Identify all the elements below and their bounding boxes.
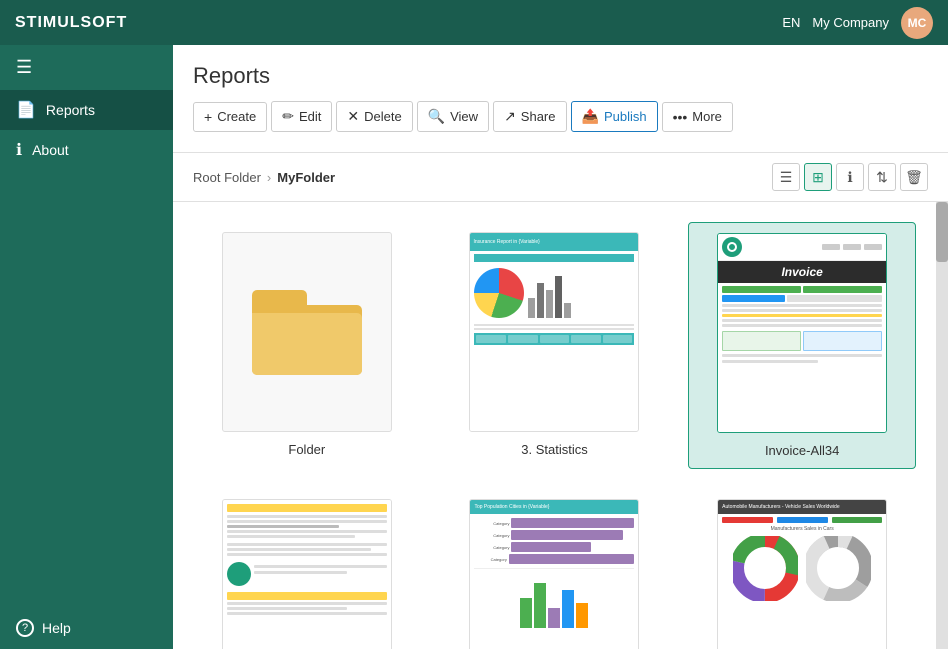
sidebar-item-about-label: About	[32, 142, 69, 158]
grid-content: Folder Insurance Report in {Variable}	[173, 202, 936, 649]
report6-thumb: Automobile Manufacturers - Vehicle Sales…	[718, 500, 886, 649]
grid-view-icon: ⊞	[812, 169, 824, 186]
reports-icon: 📄	[16, 100, 36, 120]
statistics-thumb: Insurance Report in {Variable}	[470, 233, 638, 431]
folder-front	[252, 313, 362, 375]
about-icon: ℹ	[16, 140, 22, 160]
edit-icon: ✏	[282, 108, 294, 125]
app-title: STIMULSOFT	[15, 14, 127, 32]
toolbar: + Create ✏ Edit ✕ Delete 🔍 View ↗ Sha	[193, 101, 928, 142]
more-label: More	[692, 109, 722, 124]
breadcrumb: Root Folder › MyFolder	[193, 170, 335, 185]
item-label: Folder	[288, 442, 325, 457]
main-layout: ☰ 📄 Reports ℹ About ? Help Reports + Cre…	[0, 45, 948, 649]
vertical-scrollbar[interactable]	[936, 202, 948, 649]
breadcrumb-bar: Root Folder › MyFolder ☰ ⊞ ℹ ⇅ 🗑	[173, 153, 948, 202]
report5-preview: Top Population Cities in {Variable} Cate…	[469, 499, 639, 649]
grid-wrapper: Folder Insurance Report in {Variable}	[173, 202, 948, 649]
view-button[interactable]: 🔍 View	[417, 101, 489, 132]
page-title: Reports	[193, 63, 928, 89]
folder-preview	[222, 232, 392, 432]
folder-icon	[223, 233, 391, 431]
breadcrumb-root[interactable]: Root Folder	[193, 170, 261, 185]
trash-icon: 🗑	[905, 169, 923, 186]
create-label: Create	[217, 109, 256, 124]
invoice-thumb: Invoice	[718, 234, 886, 432]
share-button[interactable]: ↗ Share	[493, 101, 566, 132]
sort-button[interactable]: ⇅	[868, 163, 896, 191]
folder-shape	[252, 290, 362, 375]
help-label: Help	[42, 620, 71, 636]
report5-thumb: Top Population Cities in {Variable} Cate…	[470, 500, 638, 649]
stats-header: Insurance Report in {Variable}	[470, 233, 638, 251]
hamburger-menu[interactable]: ☰	[0, 45, 173, 90]
sidebar-item-about[interactable]: ℹ About	[0, 130, 173, 170]
share-icon: ↗	[504, 108, 516, 125]
header-right: EN My Company MC	[782, 7, 933, 39]
invoice-preview: Invoice	[717, 233, 887, 433]
list-item[interactable]: Insurance Report in {Variable}	[441, 222, 669, 469]
report6-preview: Automobile Manufacturers - Vehicle Sales…	[717, 499, 887, 649]
top-header: STIMULSOFT EN My Company MC	[0, 0, 948, 45]
list-item[interactable]: Top Population Cities in {Variable} Cate…	[441, 489, 669, 649]
help-button[interactable]: ? Help	[0, 607, 173, 649]
breadcrumb-current: MyFolder	[277, 170, 335, 185]
content-area: Reports + Create ✏ Edit ✕ Delete 🔍 View	[173, 45, 948, 649]
list-item[interactable]: Folder	[193, 222, 421, 469]
create-icon: +	[204, 109, 212, 125]
statistics-preview: Insurance Report in {Variable}	[469, 232, 639, 432]
list-item[interactable]: Automobile Manufacturers - Vehicle Sales…	[688, 489, 916, 649]
help-icon: ?	[16, 619, 34, 637]
sidebar: ☰ 📄 Reports ℹ About ? Help	[0, 45, 173, 649]
lang-selector[interactable]: EN	[782, 15, 800, 30]
info-button[interactable]: ℹ	[836, 163, 864, 191]
list-item[interactable]	[193, 489, 421, 649]
page-header: Reports + Create ✏ Edit ✕ Delete 🔍 View	[173, 45, 948, 153]
edit-button[interactable]: ✏ Edit	[271, 101, 332, 132]
item-label: 3. Statistics	[521, 442, 587, 457]
delete-icon: ✕	[347, 108, 359, 125]
view-label: View	[450, 109, 478, 124]
info-icon: ℹ	[847, 169, 852, 186]
avatar[interactable]: MC	[901, 7, 933, 39]
publish-label: Publish	[604, 109, 647, 124]
delete-label: Delete	[364, 109, 402, 124]
list-view-button[interactable]: ☰	[772, 163, 800, 191]
grid-view-button[interactable]: ⊞	[804, 163, 832, 191]
item-label: Invoice-All34	[765, 443, 839, 458]
breadcrumb-separator: ›	[267, 170, 271, 185]
report4-preview	[222, 499, 392, 649]
list-item[interactable]: Invoice	[688, 222, 916, 469]
share-label: Share	[521, 109, 556, 124]
edit-label: Edit	[299, 109, 321, 124]
more-icon: •••	[673, 109, 688, 125]
publish-button[interactable]: 📤 Publish	[571, 101, 658, 132]
more-button[interactable]: ••• More	[662, 102, 733, 132]
sidebar-item-reports-label: Reports	[46, 102, 95, 118]
trash-button[interactable]: 🗑	[900, 163, 928, 191]
delete-button[interactable]: ✕ Delete	[336, 101, 412, 132]
publish-icon: 📤	[582, 108, 599, 125]
breadcrumb-actions: ☰ ⊞ ℹ ⇅ 🗑	[772, 163, 928, 191]
sidebar-item-reports[interactable]: 📄 Reports	[0, 90, 173, 130]
view-icon: 🔍	[428, 108, 445, 125]
create-button[interactable]: + Create	[193, 102, 267, 132]
list-view-icon: ☰	[780, 169, 793, 186]
company-name[interactable]: My Company	[812, 15, 889, 30]
report4-thumb	[223, 500, 391, 649]
sort-icon: ⇅	[876, 169, 888, 186]
scrollbar-thumb[interactable]	[936, 202, 948, 262]
